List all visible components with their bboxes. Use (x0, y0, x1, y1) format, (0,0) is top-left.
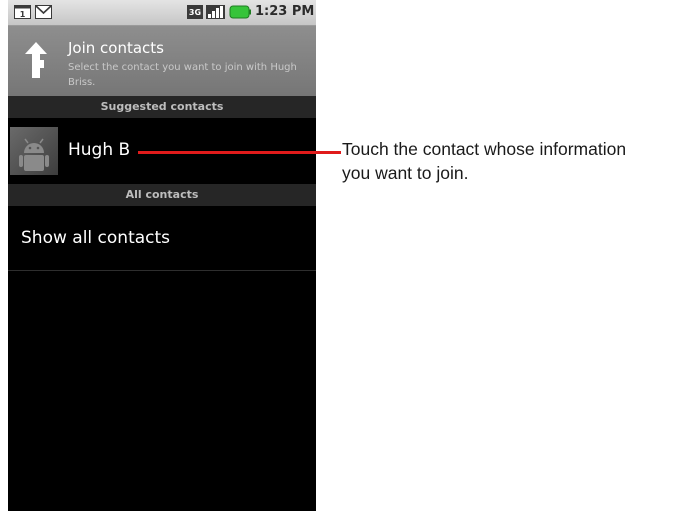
page-subtitle: Select the contact you want to join with… (68, 62, 297, 88)
callout-line (138, 151, 341, 154)
join-arrow-icon (25, 42, 47, 78)
contact-avatar (10, 127, 58, 175)
gmail-notification-icon (35, 5, 52, 19)
svg-text:3G: 3G (189, 8, 201, 17)
contact-name: Hugh B (68, 140, 131, 160)
suggested-contacts-header: Suggested contacts (8, 96, 316, 118)
show-all-contacts-button[interactable]: Show all contacts (8, 206, 316, 270)
page: 1 3G 1:23 PM Join contacts Select the co… (0, 0, 696, 517)
status-time: 1:23 PM (255, 4, 315, 19)
status-bar: 1 3G 1:23 PM (8, 0, 316, 26)
list-divider (8, 270, 316, 271)
all-contacts-header: All contacts (8, 184, 316, 206)
show-all-contacts-label: Show all contacts (21, 228, 171, 248)
calendar-notification-icon: 1 (14, 5, 31, 19)
join-contacts-header: Join contacts Select the contact you wan… (8, 26, 316, 96)
callout-text: Touch the contact whose information you … (342, 139, 627, 183)
signal-icon (206, 5, 225, 19)
3g-icon: 3G (187, 5, 203, 19)
phone-screen: 1 3G 1:23 PM Join contacts Select the co… (8, 0, 316, 511)
svg-text:1: 1 (20, 10, 26, 19)
battery-icon (229, 5, 251, 19)
page-title: Join contacts (68, 39, 164, 57)
